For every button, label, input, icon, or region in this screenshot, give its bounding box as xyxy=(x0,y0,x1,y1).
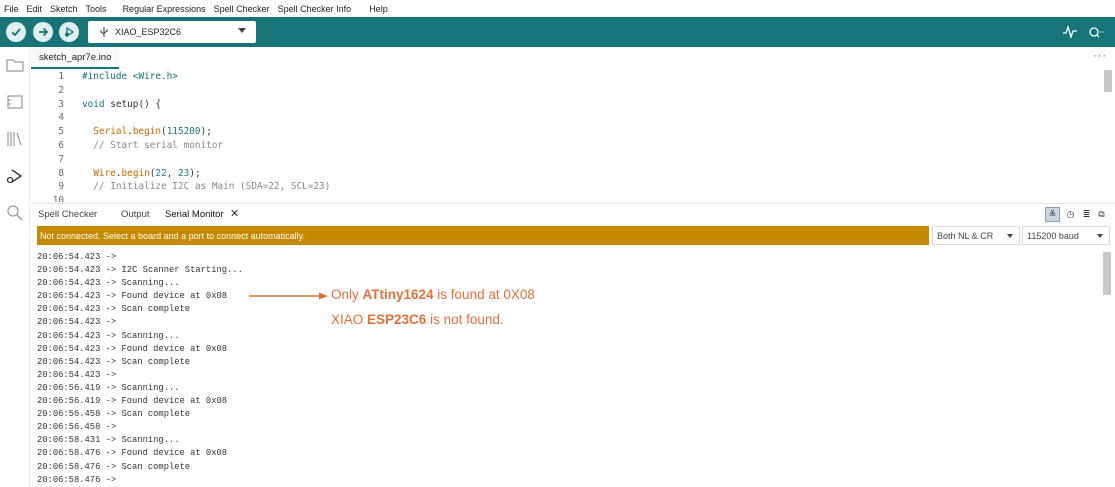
library-icon[interactable] xyxy=(5,129,25,149)
line-number: 1 xyxy=(58,71,64,82)
line-number: 2 xyxy=(58,84,64,96)
chevron-down-icon xyxy=(1007,234,1013,238)
serial-line: 20:06:58.476 -> Found device at 0x08 xyxy=(37,448,228,459)
close-icon[interactable]: ✕ xyxy=(230,207,239,220)
sidebar xyxy=(0,47,30,487)
tab-serial-monitor[interactable]: Serial Monitor xyxy=(165,209,224,220)
code-line: 4 xyxy=(31,111,1101,125)
more-options-icon[interactable]: ··· xyxy=(1093,50,1107,62)
code-text: void setup() { xyxy=(82,98,162,110)
code-text: Wire.begin(22, 23); xyxy=(82,167,201,179)
usb-icon xyxy=(100,27,108,37)
code-line: 6 // Start serial monitor xyxy=(31,139,1101,153)
code-text: // Start serial monitor xyxy=(82,140,224,151)
serial-line: 20:06:58.476 -> xyxy=(37,474,117,485)
serial-line: 20:06:54.423 -> Found device at 0x08 xyxy=(37,291,228,302)
check-icon xyxy=(11,28,21,37)
menu-spell-checker-info[interactable]: Spell Checker Info xyxy=(278,4,352,14)
menu-edit[interactable]: Edit xyxy=(27,4,43,14)
line-number: 3 xyxy=(58,98,64,110)
chevron-down-icon xyxy=(238,28,246,33)
line-number: 7 xyxy=(58,153,64,165)
serial-plotter-icon[interactable] xyxy=(1062,24,1078,40)
debugger-icon xyxy=(65,26,75,38)
editor-scrollbar[interactable] xyxy=(1104,70,1112,92)
panel-tab-bar: Spell Checker Output Serial Monitor ✕ ≚ … xyxy=(31,203,1115,225)
serial-line: 20:06:54.423 -> Scan complete xyxy=(37,304,191,315)
serial-line: 20:06:54.423 -> Found device at 0x08 xyxy=(37,343,228,354)
code-text: #include <Wire.h> xyxy=(82,71,178,82)
line-number: 5 xyxy=(58,126,64,138)
code-line: 8 Wire.begin(22, 23); xyxy=(31,167,1101,181)
timestamp-icon[interactable]: ◷ xyxy=(1063,207,1078,222)
code-text: Serial.begin(115200); xyxy=(82,126,212,138)
annotation-line-2: XIAO ESP23C6 is not found. xyxy=(331,312,504,327)
boards-manager-icon[interactable] xyxy=(5,92,25,112)
upload-button[interactable] xyxy=(33,22,53,42)
tab-output[interactable]: Output xyxy=(121,209,150,220)
menu-tools[interactable]: Tools xyxy=(86,4,107,14)
serial-scrollbar[interactable] xyxy=(1103,252,1111,295)
serial-monitor-output[interactable]: 20:06:54.423 -> 20:06:54.423 -> I2C Scann… xyxy=(37,251,1097,487)
file-tab[interactable]: sketch_apr7e.ino xyxy=(31,47,120,69)
line-number: 6 xyxy=(58,140,64,151)
verify-button[interactable] xyxy=(6,22,26,42)
baud-rate-select[interactable]: 115200 baud xyxy=(1022,226,1110,245)
folder-icon[interactable] xyxy=(5,55,25,75)
debug-icon[interactable] xyxy=(5,166,25,186)
code-line: 10 xyxy=(31,194,1101,202)
annotation-line-1: Only ATtiny1624 is found at 0X08 xyxy=(331,287,535,302)
board-name: XIAO_ESP32C6 xyxy=(115,27,182,37)
code-line: 5 Serial.begin(115200); xyxy=(31,125,1101,139)
code-line: 1 #include <Wire.h> xyxy=(31,70,1101,84)
serial-line: 20:06:56.458 -> xyxy=(37,422,117,433)
line-ending-select[interactable]: Both NL & CR xyxy=(932,226,1020,245)
code-line: 9 // Initialize I2C as Main (SDA=22, SCL… xyxy=(31,180,1101,194)
line-ending-value: Both NL & CR xyxy=(937,230,994,241)
annotation-arrow-icon xyxy=(249,292,328,300)
code-line: 7 xyxy=(31,153,1101,167)
serial-line: 20:06:56.458 -> Scan complete xyxy=(37,409,191,420)
line-number: 4 xyxy=(58,112,64,124)
board-selector[interactable]: XIAO_ESP32C6 xyxy=(88,21,256,43)
line-number: 9 xyxy=(58,181,64,193)
serial-line: 20:06:54.423 -> Scanning... xyxy=(37,278,180,289)
arrow-right-icon xyxy=(39,27,49,37)
search-icon[interactable] xyxy=(5,203,25,223)
menu-bar: File Edit Sketch Tools Regular Expressio… xyxy=(0,0,1115,17)
line-number: 10 xyxy=(52,195,64,202)
code-line: 3 void setup() { xyxy=(31,98,1101,112)
code-line: 2 xyxy=(31,84,1101,98)
serial-line: 20:06:58.431 -> Scanning... xyxy=(37,435,180,446)
connection-status-bar: Not connected. Select a board and a port… xyxy=(37,226,929,245)
menu-sketch[interactable]: Sketch xyxy=(50,4,78,14)
menu-spell-checker[interactable]: Spell Checker xyxy=(214,4,270,14)
tab-spell-checker[interactable]: Spell Checker xyxy=(38,209,97,220)
code-text: // Initialize I2C as Main (SDA=22, SCL=2… xyxy=(82,181,331,193)
serial-line: 20:06:54.423 -> Scan complete xyxy=(37,356,191,367)
chevron-down-icon xyxy=(1097,234,1103,238)
autoscroll-icon[interactable]: ≚ xyxy=(1045,207,1060,222)
toolbar: XIAO_ESP32C6 xyxy=(0,17,1115,47)
serial-line: 20:06:58.476 -> Scan complete xyxy=(37,461,191,472)
clear-output-icon[interactable]: ≣ xyxy=(1079,207,1094,222)
menu-file[interactable]: File xyxy=(4,4,19,14)
debug-button[interactable] xyxy=(59,22,79,42)
code-editor[interactable]: 1 #include <Wire.h> 2 3 void setup() {4 5 Ser… xyxy=(31,69,1115,202)
menu-regular-expressions[interactable]: Regular Expressions xyxy=(123,4,206,14)
serial-line: 20:06:56.419 -> Found device at 0x08 xyxy=(37,396,228,407)
serial-line: 20:06:54.423 -> xyxy=(37,252,117,262)
serial-line: 20:06:54.423 -> xyxy=(37,317,117,328)
serial-line: 20:06:54.423 -> xyxy=(37,369,117,380)
serial-monitor-icon[interactable] xyxy=(1088,24,1104,40)
editor-tab-bar: sketch_apr7e.ino ··· xyxy=(31,47,1115,69)
baud-rate-value: 115200 baud xyxy=(1027,230,1079,241)
serial-line: 20:06:54.423 -> I2C Scanner Starting... xyxy=(37,265,243,276)
copy-icon[interactable]: ⧉ xyxy=(1094,207,1109,222)
menu-help[interactable]: Help xyxy=(369,4,388,14)
line-number: 8 xyxy=(58,167,64,179)
serial-line: 20:06:54.423 -> Scanning... xyxy=(37,330,180,341)
serial-line: 20:06:56.419 -> Scanning... xyxy=(37,382,180,393)
